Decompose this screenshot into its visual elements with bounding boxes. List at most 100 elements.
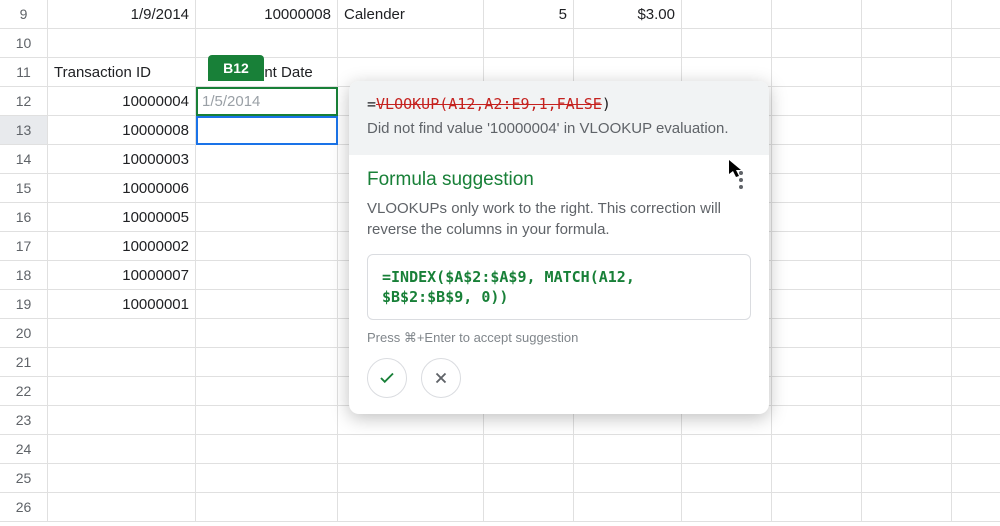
cell[interactable]: 10000001 — [48, 290, 196, 318]
cell[interactable]: 10000006 — [48, 174, 196, 202]
row-header[interactable]: 14 — [0, 145, 48, 173]
cell[interactable] — [196, 232, 338, 260]
cell[interactable] — [196, 319, 338, 347]
suggested-formula[interactable]: =INDEX($A$2:$A$9, MATCH(A12, $B$2:$B$9, … — [367, 254, 751, 321]
row[interactable]: 24 — [0, 435, 1000, 464]
cell[interactable] — [338, 493, 484, 521]
cell[interactable]: 10000004 — [48, 87, 196, 115]
row-header[interactable]: 21 — [0, 348, 48, 376]
row-header[interactable]: 10 — [0, 29, 48, 57]
row-header[interactable]: 16 — [0, 203, 48, 231]
cell[interactable] — [196, 377, 338, 405]
cell[interactable] — [772, 319, 862, 347]
cell[interactable] — [772, 290, 862, 318]
cell[interactable] — [196, 464, 338, 492]
cell[interactable] — [574, 435, 682, 463]
cell[interactable] — [338, 464, 484, 492]
row-header[interactable]: 23 — [0, 406, 48, 434]
cell[interactable] — [772, 0, 862, 28]
accept-button[interactable] — [367, 358, 407, 398]
cell[interactable] — [48, 348, 196, 376]
cell[interactable] — [772, 261, 862, 289]
cell[interactable] — [772, 58, 862, 86]
cell[interactable] — [862, 174, 952, 202]
cell[interactable] — [682, 493, 772, 521]
cell[interactable]: 5 — [484, 0, 574, 28]
cell[interactable] — [338, 29, 484, 57]
cell[interactable] — [862, 348, 952, 376]
cell[interactable] — [196, 493, 338, 521]
row-header[interactable]: 22 — [0, 377, 48, 405]
reject-button[interactable] — [421, 358, 461, 398]
cell[interactable] — [48, 435, 196, 463]
cell[interactable] — [772, 377, 862, 405]
cell[interactable] — [772, 174, 862, 202]
cell[interactable] — [862, 377, 952, 405]
cell[interactable] — [48, 406, 196, 434]
cell[interactable] — [772, 493, 862, 521]
cell[interactable] — [574, 464, 682, 492]
cell[interactable] — [48, 464, 196, 492]
cell[interactable] — [772, 348, 862, 376]
cell[interactable] — [862, 203, 952, 231]
cell[interactable] — [862, 145, 952, 173]
row-header[interactable]: 17 — [0, 232, 48, 260]
cell[interactable] — [862, 116, 952, 144]
cell[interactable] — [862, 261, 952, 289]
cell[interactable] — [196, 290, 338, 318]
row-header[interactable]: 15 — [0, 174, 48, 202]
cell[interactable] — [772, 29, 862, 57]
cell[interactable] — [862, 493, 952, 521]
row-header[interactable]: 9 — [0, 0, 48, 28]
cell[interactable] — [196, 348, 338, 376]
row-header[interactable]: 13 — [0, 116, 48, 144]
cell[interactable]: 10000008 — [196, 0, 338, 28]
cell-active[interactable] — [196, 116, 338, 144]
row-header[interactable]: 25 — [0, 464, 48, 492]
cell[interactable]: 10000003 — [48, 145, 196, 173]
row[interactable]: 9 1/9/2014 10000008 Calender 5 $3.00 — [0, 0, 1000, 29]
cell[interactable] — [862, 290, 952, 318]
cell[interactable] — [484, 435, 574, 463]
cell[interactable] — [682, 435, 772, 463]
cell[interactable] — [682, 29, 772, 57]
cell[interactable] — [574, 29, 682, 57]
name-box[interactable]: B12 — [208, 55, 264, 81]
cell[interactable] — [196, 406, 338, 434]
cell[interactable] — [862, 232, 952, 260]
row-header[interactable]: 18 — [0, 261, 48, 289]
cell[interactable] — [862, 435, 952, 463]
row-header[interactable]: 11 — [0, 58, 48, 86]
cell[interactable] — [772, 406, 862, 434]
cell[interactable] — [196, 145, 338, 173]
row-header[interactable]: 26 — [0, 493, 48, 521]
row-header[interactable]: 12 — [0, 87, 48, 115]
cell[interactable] — [196, 435, 338, 463]
cell[interactable] — [772, 232, 862, 260]
cell[interactable] — [772, 435, 862, 463]
cell[interactable] — [574, 493, 682, 521]
row[interactable]: 26 — [0, 493, 1000, 522]
cell[interactable] — [196, 261, 338, 289]
more-menu-icon[interactable] — [731, 171, 751, 189]
row[interactable]: 10 — [0, 29, 1000, 58]
cell[interactable] — [862, 0, 952, 28]
row[interactable]: 25 — [0, 464, 1000, 493]
cell[interactable] — [682, 464, 772, 492]
cell[interactable] — [772, 145, 862, 173]
cell[interactable] — [484, 29, 574, 57]
cell[interactable] — [48, 493, 196, 521]
cell[interactable] — [862, 87, 952, 115]
cell[interactable] — [48, 377, 196, 405]
row-header[interactable]: 19 — [0, 290, 48, 318]
cell[interactable] — [862, 406, 952, 434]
cell[interactable] — [772, 203, 862, 231]
cell[interactable]: 10000008 — [48, 116, 196, 144]
cell[interactable] — [862, 319, 952, 347]
cell[interactable] — [772, 464, 862, 492]
cell-ghost-suggestion[interactable]: 1/5/2014 — [196, 87, 338, 115]
row-header[interactable]: 24 — [0, 435, 48, 463]
cell[interactable] — [862, 58, 952, 86]
cell[interactable]: 10000002 — [48, 232, 196, 260]
cell[interactable]: 10000005 — [48, 203, 196, 231]
